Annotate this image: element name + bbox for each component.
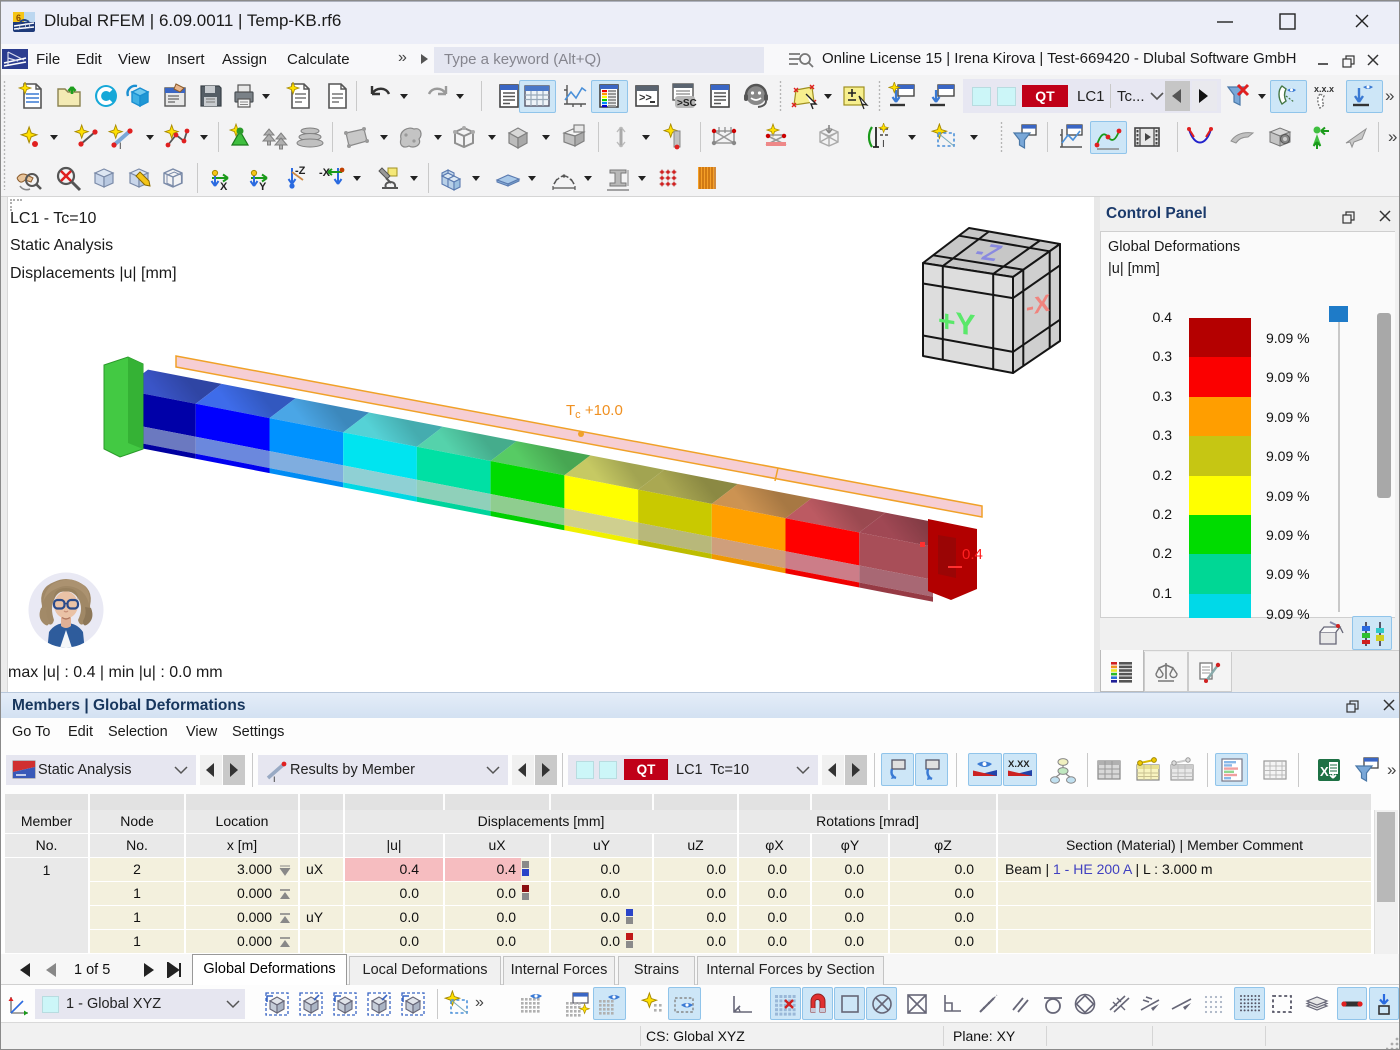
svg-text:+Y: +Y [938,304,976,343]
svg-text:x.x.x: x.x.x [1314,84,1334,94]
svg-text:I: I [119,141,122,151]
svg-text:X: X [1320,764,1329,779]
svg-text:>SC: >SC [677,98,697,109]
svg-text:I: I [273,775,276,782]
svg-text:X.XX: X.XX [1008,759,1030,770]
svg-text:I: I [882,139,885,150]
svg-text:Y: Y [259,181,267,192]
svg-text:Tc +10.0: Tc +10.0 [566,402,623,421]
svg-text:0.4: 0.4 [962,546,983,563]
svg-text:>>: >> [639,92,652,104]
svg-text:-X: -X [1026,290,1050,322]
svg-text:X: X [220,181,228,192]
